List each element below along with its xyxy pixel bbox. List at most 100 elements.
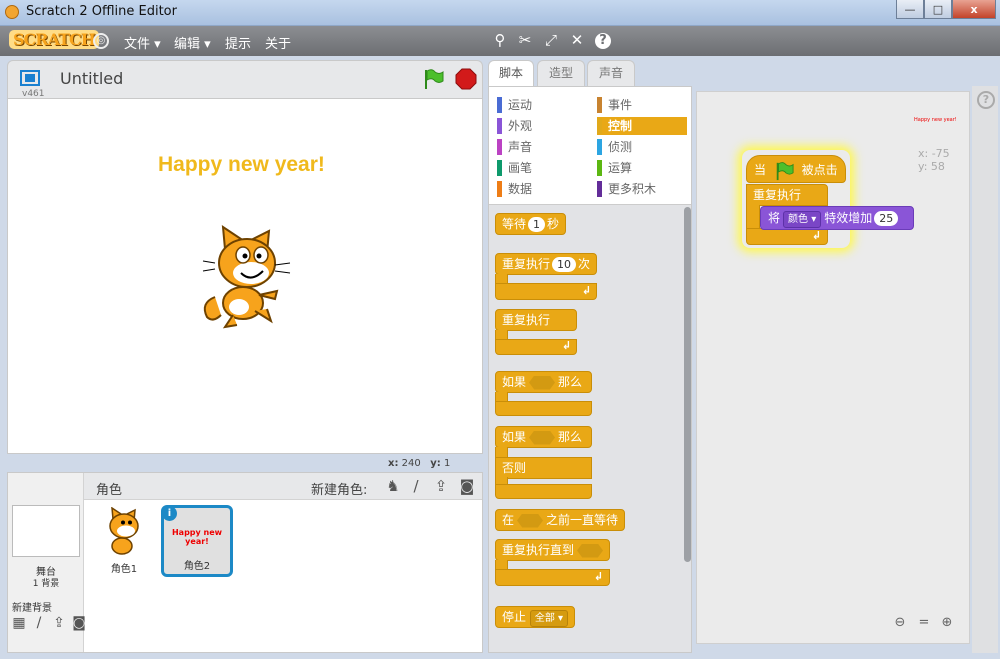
category-operators[interactable]: 运算 [597,159,687,177]
block-text: 特效增加 [824,211,873,225]
delete-icon[interactable]: ✂ [516,31,534,49]
help-icon[interactable]: ? [595,33,611,49]
new-sprite-label: 新建角色: [311,483,368,498]
x-value: 240 [401,458,421,469]
sprite-thumbnail-text: Happy new year! [171,528,223,546]
stop-block[interactable]: 停止 全部 ▾ [495,606,576,628]
green-flag-icon[interactable] [422,68,444,90]
new-backdrop-tools: ▦ / ⇪ ◙ [11,615,87,631]
loop-arrow-icon: ↲ [562,339,572,352]
repeat-block[interactable]: 重复执行 10 次 [495,253,597,275]
tab-sounds[interactable]: 声音 [587,60,635,86]
cat-thumbnail [109,507,139,555]
block-text: 如果 [502,430,527,444]
category-pen[interactable]: 画笔 [497,159,587,177]
menu-tips[interactable]: 提示 [225,33,251,52]
menu-edit[interactable]: 编辑 ▾ [174,33,211,52]
scratch-app-icon [5,5,19,19]
boolean-slot[interactable] [517,513,544,528]
block-text: 之前一直等待 [546,513,619,527]
zoom-out-icon[interactable]: ⊖ [890,614,910,632]
block-text: 秒 [547,217,560,231]
paint-sprite-icon[interactable]: / [407,477,425,495]
category-more-blocks[interactable]: 更多积木 [597,180,687,198]
project-title[interactable]: Untitled [60,69,123,88]
mouse-coordinates: x: 240 y: 1 [388,458,450,469]
shrink-icon[interactable]: ✕ [568,31,586,49]
block-text: 重复执行直到 [502,543,575,557]
wait-until-block[interactable]: 在 之前一直等待 [495,509,626,531]
boolean-slot[interactable] [529,375,556,390]
when-flag-clicked-block[interactable]: 当 被点击 [746,155,846,183]
new-backdrop-label: 新建背景 [12,603,52,614]
palette-scrollbar[interactable] [684,207,691,562]
stage-header: v461 Untitled [7,60,483,99]
number-slot[interactable]: 10 [552,257,577,272]
sprite-library-icon[interactable]: ♞ [384,477,402,495]
block-palette: 运动 事件 外观 控制 声音 侦测 画笔 运算 数据 更多积木 [488,86,692,653]
minimize-button[interactable]: — [896,0,924,19]
scratch-logo[interactable]: SCRATCH [9,30,99,49]
camera-sprite-icon[interactable]: ◙ [458,477,476,495]
category-sensing[interactable]: 侦测 [597,138,687,156]
wait-block[interactable]: 等待 1 秒 [495,213,567,235]
language-globe-icon[interactable]: ◎ [93,33,109,49]
upload-sprite-icon[interactable]: ⇪ [432,477,450,495]
if-else-block[interactable]: 如果 那么 [495,426,592,448]
forever-block[interactable]: 重复执行 [495,309,577,331]
zoom-reset-icon[interactable]: = [914,614,934,632]
x-label: x: [388,458,399,469]
right-strip [972,86,998,653]
sprite-x: x: -75 [918,147,950,160]
upload-backdrop-icon[interactable]: ⇪ [51,615,67,631]
info-icon[interactable]: i [162,506,177,521]
sprite-tile-2[interactable]: i Happy new year! 角色2 [161,505,233,577]
close-button[interactable]: x [952,0,996,19]
boolean-slot[interactable] [529,430,556,445]
category-events[interactable]: 事件 [597,96,687,114]
block-text: 次 [578,257,591,271]
category-sound[interactable]: 声音 [497,138,587,156]
sprite-name: 角色1 [110,564,138,575]
stage-text-sprite[interactable]: Happy new year! [158,153,325,177]
zoom-in-icon[interactable]: ⊕ [937,614,957,632]
category-looks[interactable]: 外观 [497,117,587,135]
backdrop-library-icon[interactable]: ▦ [11,615,27,631]
camera-backdrop-icon[interactable]: ◙ [71,615,87,631]
menubar: SCRATCH ◎ 文件 ▾ 编辑 ▾ 提示 关于 ⚲ ✂ ⤢ ✕ ? [0,26,1000,56]
duplicate-icon[interactable]: ⚲ [491,31,509,49]
block-help-icon[interactable]: ? [977,91,995,109]
grow-icon[interactable]: ⤢ [542,31,560,49]
stage-canvas[interactable]: Happy new year! [7,98,483,454]
cat-sprite[interactable] [195,225,295,329]
tab-scripts[interactable]: 脚本 [488,60,534,87]
tab-costumes[interactable]: 造型 [537,60,585,86]
stage-thumbnail[interactable] [12,505,80,557]
block-text: 停止 [502,610,527,624]
category-data[interactable]: 数据 [497,180,587,198]
block-text: 等待 [502,217,527,231]
boolean-slot[interactable] [577,543,604,558]
forever-script-block[interactable]: 重复执行 [746,184,828,206]
stop-dropdown[interactable]: 全部 ▾ [529,610,569,627]
number-slot[interactable]: 1 [528,217,546,232]
repeat-until-block[interactable]: 重复执行直到 [495,539,610,561]
maximize-button[interactable]: □ [924,0,952,19]
loop-arrow-icon: ↲ [812,229,822,242]
menu-file[interactable]: 文件 ▾ [124,33,161,52]
number-slot[interactable]: 25 [874,211,899,226]
c-block-foot [495,401,592,416]
block-text: 重复执行 [502,257,551,271]
block-text: 那么 [558,375,583,389]
paint-backdrop-icon[interactable]: / [31,615,47,631]
stop-icon[interactable] [455,68,477,90]
category-control[interactable]: 控制 [597,117,687,135]
block-text: 如果 [502,375,527,389]
menu-about[interactable]: 关于 [265,33,291,52]
change-effect-block[interactable]: 将颜色 ▾ 特效增加 25 [760,206,914,230]
fullscreen-icon[interactable] [20,70,40,86]
sprite-tile-1[interactable]: 角色1 [88,505,160,577]
category-motion[interactable]: 运动 [497,96,587,114]
if-then-block[interactable]: 如果 那么 [495,371,592,393]
effect-dropdown[interactable]: 颜色 ▾ [783,211,822,228]
